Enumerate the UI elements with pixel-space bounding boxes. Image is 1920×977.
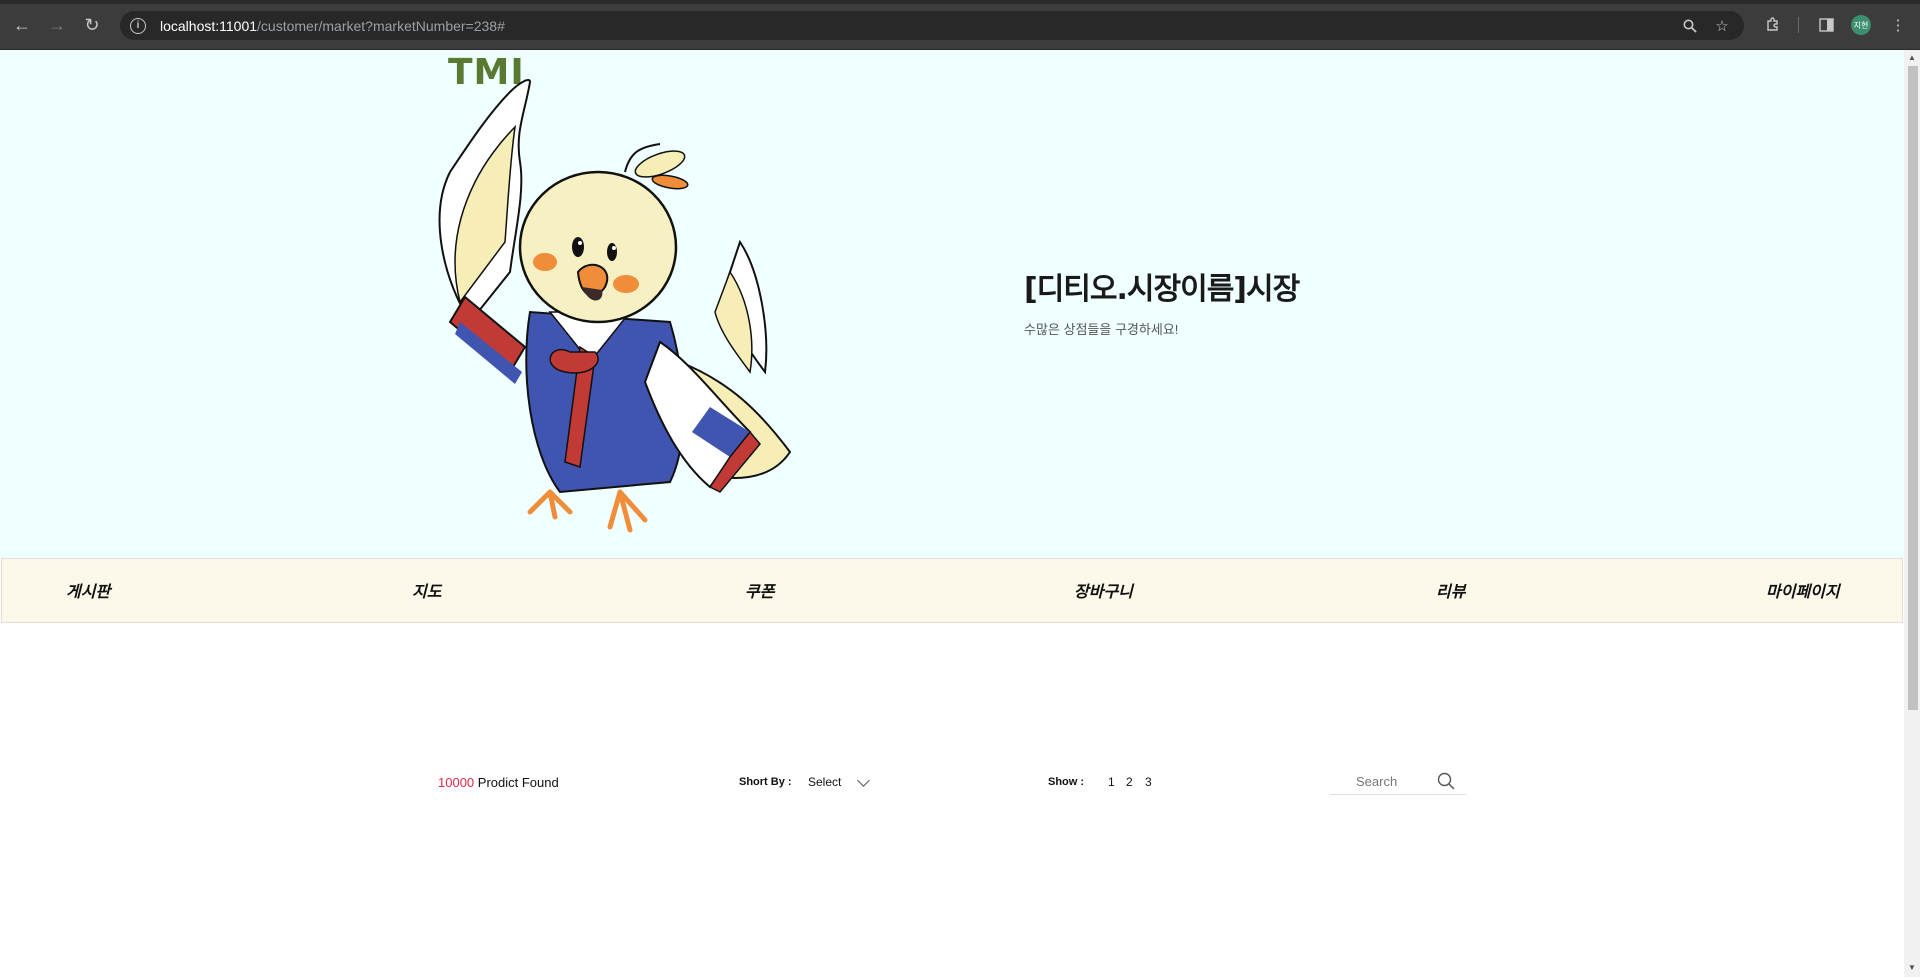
search-placeholder: Search <box>1356 774 1398 789</box>
url-text[interactable]: localhost:11001/customer/market?marketNu… <box>160 18 505 34</box>
side-panel-icon[interactable] <box>1815 14 1837 36</box>
sort-label: Short By : <box>739 776 792 788</box>
chevron-down-icon <box>857 773 871 787</box>
market-subtitle: 수많은 상점들을 구경하세요! <box>1024 322 1179 337</box>
scroll-down-icon[interactable]: ▼ <box>1908 964 1916 972</box>
site-info-icon[interactable]: i <box>130 17 146 34</box>
bookmark-star-icon[interactable]: ☆ <box>1712 16 1732 36</box>
tab-strip <box>0 0 1920 4</box>
page-scrollbar[interactable]: ▲ ▼ <box>1904 50 1920 977</box>
show-label: Show : <box>1048 776 1085 788</box>
search-icon[interactable] <box>1437 772 1455 790</box>
menu-item-board[interactable]: 게시판 <box>66 578 110 602</box>
address-bar[interactable]: i localhost:11001/customer/market?market… <box>120 11 1744 40</box>
browser-toolbar: ← → ↻ i localhost:11001/customer/market?… <box>0 0 1920 50</box>
page-viewport: TMI [디티오.시장이름]시장 수많은 상점들을 구경하세요! 게시판 지도 … <box>0 50 1904 977</box>
menu-item-mypage[interactable]: 마이페이지 <box>1766 578 1840 602</box>
extensions-icon[interactable] <box>1762 14 1784 36</box>
menu-item-coupon[interactable]: 쿠폰 <box>745 578 774 602</box>
menu-item-map[interactable]: 지도 <box>412 578 441 602</box>
page-link-2[interactable]: 2 <box>1126 775 1133 789</box>
forward-icon[interactable]: → <box>45 13 69 37</box>
main-menu: 게시판 지도 쿠폰 장바구니 리뷰 마이페이지 <box>1 558 1903 623</box>
mascot-bird-illustration <box>438 79 792 533</box>
search-input[interactable]: Search <box>1330 762 1466 795</box>
reload-icon[interactable]: ↻ <box>80 13 104 37</box>
profile-avatar[interactable]: 지현 <box>1851 15 1871 35</box>
back-icon[interactable]: ← <box>10 13 34 37</box>
toolbar-separator <box>1798 17 1799 33</box>
product-toolbar: 10000 Prodict Found Short By : Select Sh… <box>0 750 1904 810</box>
zoom-icon[interactable] <box>1680 16 1700 36</box>
page-link-1[interactable]: 1 <box>1108 775 1115 789</box>
scrollbar-thumb[interactable] <box>1908 66 1918 710</box>
market-title: [디티오.시장이름]시장 <box>1024 272 1300 307</box>
hero-banner: TMI [디티오.시장이름]시장 수많은 상점들을 구경하세요! <box>0 50 1904 558</box>
menu-kebab-icon[interactable]: ⋮ <box>1887 14 1909 36</box>
page-link-3[interactable]: 3 <box>1145 775 1152 789</box>
menu-item-cart[interactable]: 장바구니 <box>1074 578 1133 602</box>
product-count: 10000 Prodict Found <box>438 775 559 790</box>
sort-select[interactable]: Select <box>808 773 871 789</box>
scroll-up-icon[interactable]: ▲ <box>1908 54 1916 62</box>
menu-item-review[interactable]: 리뷰 <box>1436 578 1465 602</box>
